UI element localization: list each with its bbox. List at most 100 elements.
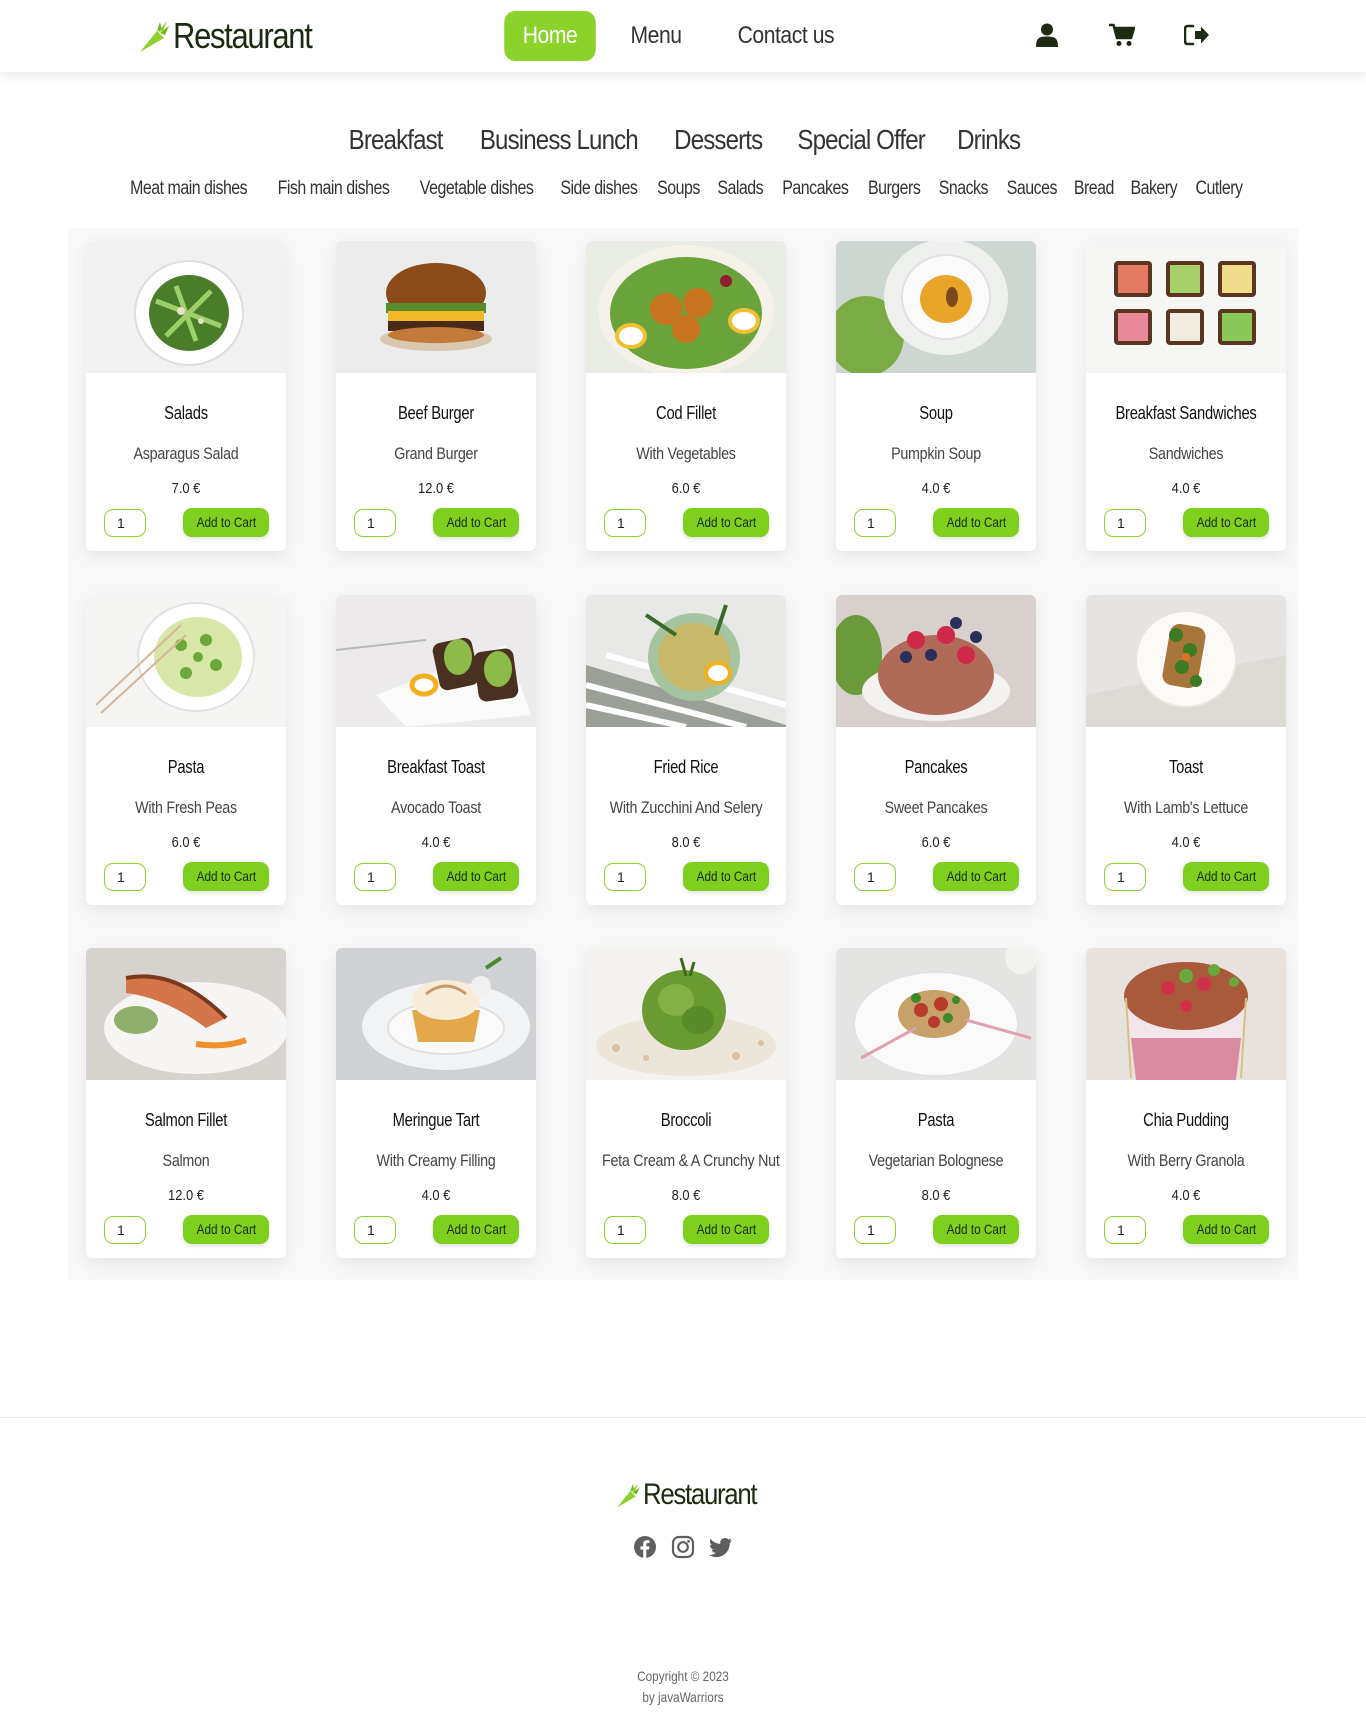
quantity-input[interactable]: 1 xyxy=(604,1216,646,1244)
nav-home[interactable]: Home xyxy=(504,11,596,61)
subcategory-soups[interactable]: Soups xyxy=(657,178,700,200)
product-photo[interactable] xyxy=(336,948,536,1080)
quantity-input[interactable]: 1 xyxy=(1104,863,1146,891)
quantity-input[interactable]: 1 xyxy=(1104,1216,1146,1244)
category-special-offer[interactable]: Special Offer xyxy=(797,124,925,156)
product-photo[interactable] xyxy=(836,948,1036,1080)
logout-icon[interactable] xyxy=(1184,20,1210,50)
product-name: Beef Burger xyxy=(397,403,475,423)
product-photo[interactable] xyxy=(336,241,536,373)
product-photo[interactable] xyxy=(86,948,286,1080)
product-card: Breakfast Sandwiches Sandwiches 4.0 € 1 … xyxy=(1086,241,1286,551)
footer-brand-logo[interactable]: Restaurant xyxy=(614,1479,775,1511)
subcategory-salads[interactable]: Salads xyxy=(717,178,763,200)
add-to-cart-label: Add to Cart xyxy=(196,868,256,884)
add-to-cart-button[interactable]: Add to Cart xyxy=(1183,508,1269,537)
product-photo[interactable] xyxy=(586,595,786,727)
add-to-cart-label: Add to Cart xyxy=(946,1221,1006,1237)
subcategory-pancakes[interactable]: Pancakes xyxy=(782,178,849,200)
product-photo[interactable] xyxy=(1086,241,1286,373)
main-nav: Home Menu Contact us xyxy=(498,11,866,61)
category-business-lunch[interactable]: Business Lunch xyxy=(480,124,639,156)
quantity-input[interactable]: 1 xyxy=(604,509,646,537)
add-to-cart-button[interactable]: Add to Cart xyxy=(433,1215,519,1244)
product-card: Chia Pudding With Berry Granola 4.0 € 1 … xyxy=(1086,948,1286,1258)
product-card: Fried Rice With Zucchini And Selery 8.0 … xyxy=(586,595,786,905)
product-price: 4.0 € xyxy=(1171,834,1201,851)
add-to-cart-label: Add to Cart xyxy=(446,514,506,530)
add-to-cart-button[interactable]: Add to Cart xyxy=(433,508,519,537)
subcategory-bakery[interactable]: Bakery xyxy=(1131,178,1178,200)
product-grid: Salads Asparagus Salad 7.0 € 1 Add to Ca… xyxy=(68,228,1298,1280)
instagram-icon[interactable] xyxy=(671,1535,695,1559)
add-to-cart-label: Add to Cart xyxy=(196,1221,256,1237)
brand-logo[interactable]: Restaurant xyxy=(136,16,334,56)
nav-contact[interactable]: Contact us xyxy=(719,11,853,61)
product-name: Pancakes xyxy=(904,757,968,777)
product-photo[interactable] xyxy=(836,241,1036,373)
quantity-input[interactable]: 1 xyxy=(354,863,396,891)
product-description: With Zucchini And Selery xyxy=(609,798,763,817)
subcategory-vegetable-dishes[interactable]: Vegetable dishes xyxy=(420,178,534,200)
quantity-input[interactable]: 1 xyxy=(854,509,896,537)
subcategory-fish-main-dishes[interactable]: Fish main dishes xyxy=(278,178,390,200)
product-photo[interactable] xyxy=(86,595,286,727)
product-photo[interactable] xyxy=(586,948,786,1080)
quantity-input[interactable]: 1 xyxy=(354,1216,396,1244)
add-to-cart-label: Add to Cart xyxy=(446,1221,506,1237)
add-to-cart-button[interactable]: Add to Cart xyxy=(683,862,769,891)
quantity-input[interactable]: 1 xyxy=(854,1216,896,1244)
product-photo[interactable] xyxy=(836,595,1036,727)
add-to-cart-button[interactable]: Add to Cart xyxy=(933,508,1019,537)
user-icon[interactable] xyxy=(1034,20,1060,50)
subcategory-bread[interactable]: Bread xyxy=(1074,178,1115,200)
product-photo[interactable] xyxy=(86,241,286,373)
quantity-input[interactable]: 1 xyxy=(104,863,146,891)
product-description: Feta Cream & A Crunchy Nut xyxy=(602,1151,780,1170)
product-name: Cod Fillet xyxy=(656,403,716,423)
quantity-input[interactable]: 1 xyxy=(354,509,396,537)
quantity-input[interactable]: 1 xyxy=(1104,509,1146,537)
add-to-cart-button[interactable]: Add to Cart xyxy=(1183,862,1269,891)
subcategory-sauces[interactable]: Sauces xyxy=(1006,178,1057,200)
product-card: Broccoli Feta Cream & A Crunchy Nut 8.0 … xyxy=(586,948,786,1258)
add-to-cart-button[interactable]: Add to Cart xyxy=(183,862,269,891)
product-name: Fried Rice xyxy=(653,757,719,777)
add-to-cart-button[interactable]: Add to Cart xyxy=(683,508,769,537)
twitter-icon[interactable] xyxy=(709,1535,733,1559)
subcategory-snacks[interactable]: Snacks xyxy=(939,178,989,200)
add-to-cart-button[interactable]: Add to Cart xyxy=(1183,1215,1269,1244)
subcategory-side-dishes[interactable]: Side dishes xyxy=(560,178,637,200)
site-header: Restaurant Home Menu Contact us xyxy=(0,0,1366,72)
add-to-cart-label: Add to Cart xyxy=(946,868,1006,884)
product-card: Cod Fillet With Vegetables 6.0 € 1 Add t… xyxy=(586,241,786,551)
quantity-input[interactable]: 1 xyxy=(604,863,646,891)
add-to-cart-button[interactable]: Add to Cart xyxy=(183,508,269,537)
category-drinks[interactable]: Drinks xyxy=(957,124,1021,156)
product-price: 4.0 € xyxy=(921,480,951,497)
product-photo[interactable] xyxy=(586,241,786,373)
add-to-cart-button[interactable]: Add to Cart xyxy=(433,862,519,891)
subcategory-cutlery[interactable]: Cutlery xyxy=(1195,178,1243,200)
facebook-icon[interactable] xyxy=(633,1535,657,1559)
add-to-cart-label: Add to Cart xyxy=(1196,1221,1256,1237)
quantity-input[interactable]: 1 xyxy=(104,1216,146,1244)
product-card: Beef Burger Grand Burger 12.0 € 1 Add to… xyxy=(336,241,536,551)
cart-icon[interactable] xyxy=(1109,20,1135,50)
product-price: 7.0 € xyxy=(171,480,201,497)
product-name: Breakfast Toast xyxy=(387,757,485,777)
category-breakfast[interactable]: Breakfast xyxy=(349,124,444,156)
add-to-cart-button[interactable]: Add to Cart xyxy=(183,1215,269,1244)
add-to-cart-button[interactable]: Add to Cart xyxy=(933,1215,1019,1244)
product-photo[interactable] xyxy=(336,595,536,727)
quantity-input[interactable]: 1 xyxy=(104,509,146,537)
category-desserts[interactable]: Desserts xyxy=(675,124,764,156)
subcategory-meat-main-dishes[interactable]: Meat main dishes xyxy=(130,178,248,200)
add-to-cart-button[interactable]: Add to Cart xyxy=(683,1215,769,1244)
quantity-input[interactable]: 1 xyxy=(854,863,896,891)
product-photo[interactable] xyxy=(1086,595,1286,727)
add-to-cart-button[interactable]: Add to Cart xyxy=(933,862,1019,891)
nav-menu[interactable]: Menu xyxy=(612,11,700,61)
product-photo[interactable] xyxy=(1086,948,1286,1080)
subcategory-burgers[interactable]: Burgers xyxy=(868,178,921,200)
